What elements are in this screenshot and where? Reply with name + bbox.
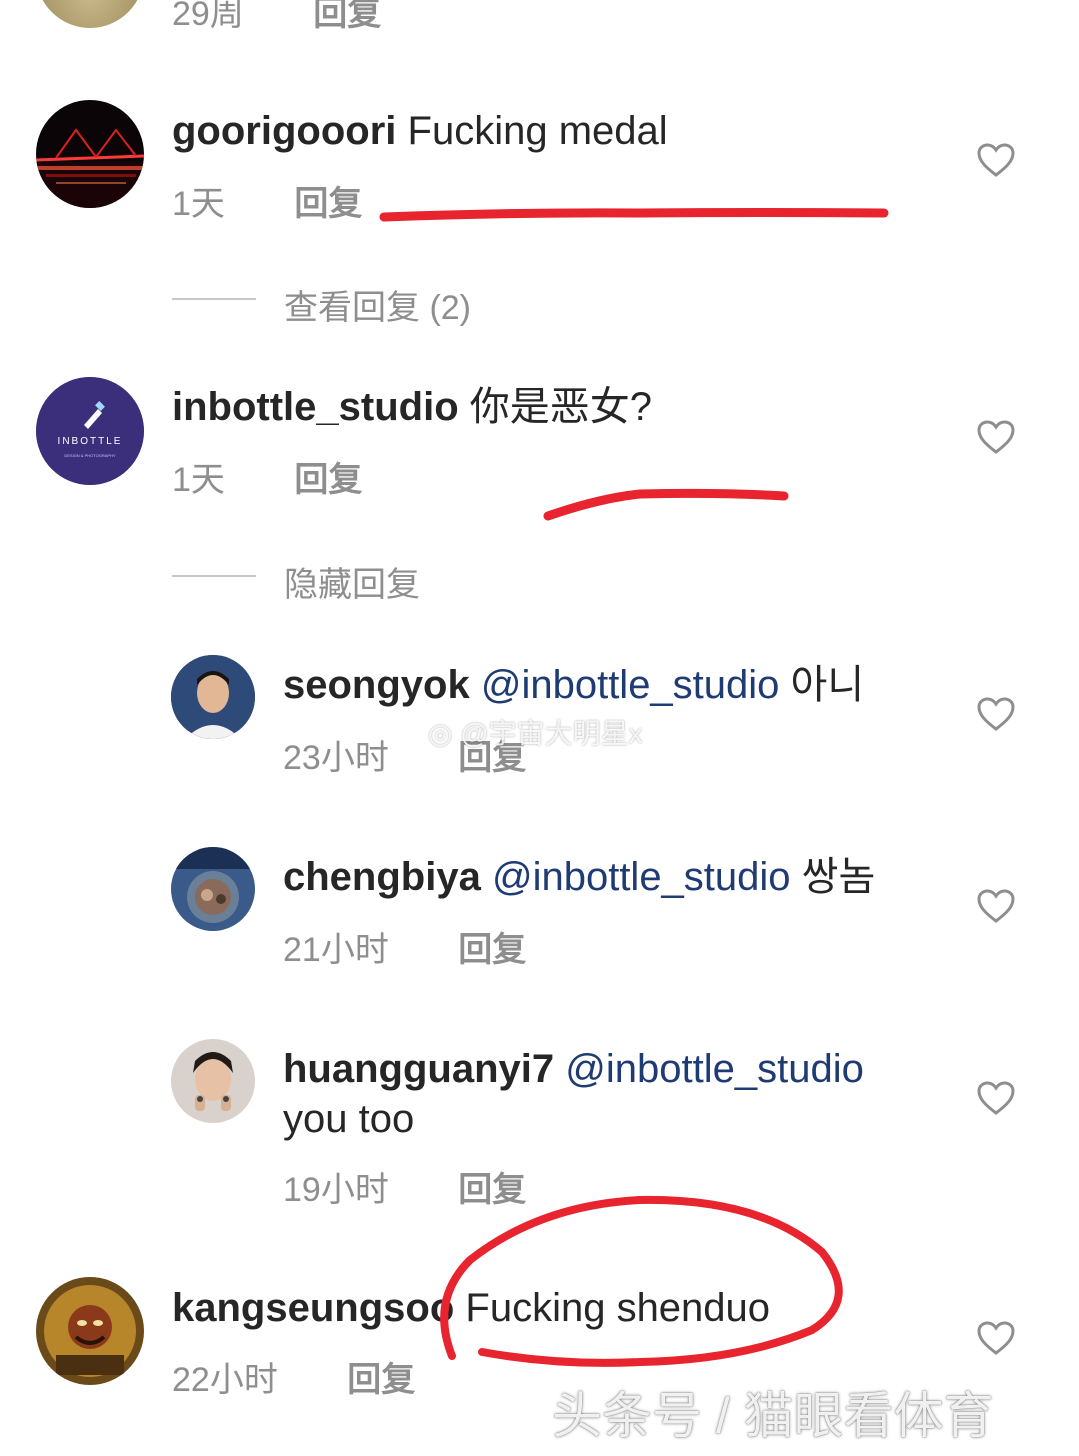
comment-meta: 29周 回复: [172, 0, 381, 35]
profile-photo: [36, 1277, 144, 1385]
comment-username[interactable]: goorigooori: [172, 109, 396, 153]
reply-body: seongyok @inbottle_studio 아니: [283, 660, 864, 710]
underline-annotation: [543, 488, 789, 521]
reply-username[interactable]: seongyok: [283, 663, 470, 707]
reply-content: 아니: [790, 663, 865, 707]
reply-content: you too: [283, 1097, 415, 1141]
avatar[interactable]: [36, 1277, 144, 1385]
reply-button[interactable]: 回复: [294, 452, 362, 501]
heart-outline-icon[interactable]: [976, 888, 1016, 924]
thread-divider: [172, 298, 256, 300]
weibo-watermark: ◎ @宇宙大明星x: [428, 718, 643, 749]
mention-link[interactable]: @inbottle_studio: [481, 663, 780, 707]
reply-body: chengbiya @inbottle_studio 쌍놈: [283, 852, 875, 902]
reply-button[interactable]: 回复: [347, 1352, 415, 1401]
reply-time: 19小时: [283, 1171, 389, 1209]
avatar[interactable]: [171, 847, 255, 931]
heart-outline-icon[interactable]: [976, 419, 1016, 455]
reply-username[interactable]: huangguanyi7: [283, 1047, 554, 1091]
comment-body: inbottle_studio 你是恶女?: [172, 382, 652, 432]
mention-link[interactable]: @inbottle_studio: [492, 855, 791, 899]
weibo-logo-icon: ◎: [428, 718, 453, 749]
comment-list: 29周 回复 goorigooori Fucking medal 1天 回复 查…: [0, 0, 1079, 1456]
hide-replies-button[interactable]: 隐藏回复: [284, 557, 420, 606]
comment-meta: 22小时 回复: [172, 1352, 415, 1401]
profile-photo: [171, 1039, 255, 1123]
avatar[interactable]: [36, 0, 144, 28]
reply-time: 23小时: [283, 739, 389, 777]
comment-body: goorigooori Fucking medal: [172, 106, 668, 156]
reply-meta: 19小时 回复: [283, 1162, 526, 1211]
comment-time: 29周: [172, 0, 244, 33]
bottom-watermark: 头条号 / 猫眼看体育: [552, 1388, 994, 1444]
reply-button[interactable]: 回复: [458, 1162, 526, 1211]
avatar[interactable]: INBOTTLE DESIGN & PHOTOGRAPHY: [36, 377, 144, 485]
heart-outline-icon[interactable]: [976, 696, 1016, 732]
thread-divider: [172, 575, 256, 577]
reply-content: 쌍놈: [801, 855, 876, 899]
reply-button[interactable]: 回复: [458, 922, 526, 971]
comment-time: 1天: [172, 461, 225, 499]
reply-button[interactable]: 回复: [313, 0, 381, 35]
comment-username[interactable]: kangseungsoo: [172, 1286, 454, 1330]
bridge-night-photo: [36, 100, 144, 208]
comment-body: kangseungsoo Fucking shenduo: [172, 1283, 770, 1333]
profile-photo: [171, 847, 255, 931]
heart-outline-icon[interactable]: [976, 1320, 1016, 1356]
comment-content: Fucking medal: [407, 109, 668, 153]
reply-time: 21小时: [283, 931, 389, 969]
reply-username[interactable]: chengbiya: [283, 855, 481, 899]
comment-content: Fucking shenduo: [465, 1286, 771, 1330]
inbottle-logo: INBOTTLE DESIGN & PHOTOGRAPHY: [36, 377, 144, 485]
comment-username[interactable]: inbottle_studio: [172, 385, 459, 429]
reply-body: huangguanyi7 @inbottle_studio you too: [283, 1044, 903, 1144]
circle-annotation: [440, 1195, 843, 1367]
avatar[interactable]: [171, 1039, 255, 1123]
comment-content: 你是恶女?: [469, 385, 653, 429]
avatar[interactable]: [36, 100, 144, 208]
reply-meta: 21小时 回复: [283, 922, 526, 971]
avatar[interactable]: [171, 655, 255, 739]
avatar-logo-text: INBOTTLE: [58, 436, 123, 447]
heart-outline-icon[interactable]: [976, 1080, 1016, 1116]
comment-time: 22小时: [172, 1361, 278, 1399]
avatar-tagline: DESIGN & PHOTOGRAPHY: [64, 453, 116, 458]
comment-meta: 1天 回复: [172, 452, 362, 501]
heart-outline-icon[interactable]: [976, 142, 1016, 178]
mention-link[interactable]: @inbottle_studio: [565, 1047, 864, 1091]
comment-time: 1天: [172, 185, 225, 223]
profile-photo: [171, 655, 255, 739]
comment-meta: 1天 回复: [172, 176, 362, 225]
underline-annotation: [379, 208, 889, 222]
reply-button[interactable]: 回复: [294, 176, 362, 225]
view-replies-button[interactable]: 查看回复 (2): [284, 280, 471, 329]
